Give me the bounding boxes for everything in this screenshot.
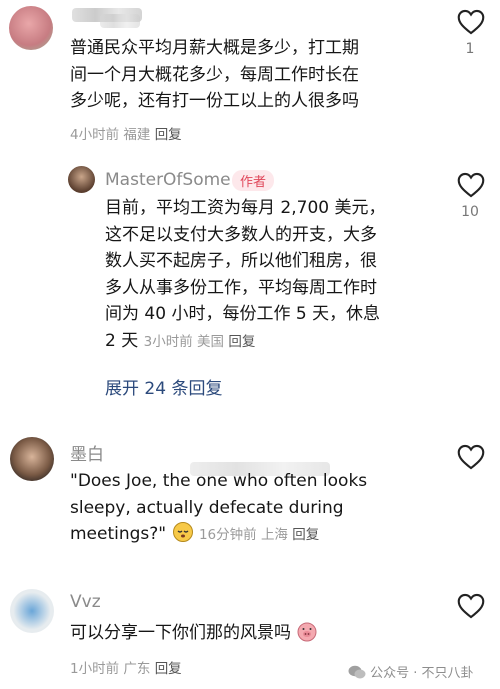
comment-meta: 4小时前 福建 回复: [70, 127, 182, 143]
heart-outline-icon[interactable]: [457, 9, 485, 35]
reply-button[interactable]: 回复: [155, 127, 182, 143]
avatar[interactable]: [10, 437, 54, 481]
wechat-icon: [348, 665, 366, 684]
comment-meta: 16分钟前 上海 回复: [198, 527, 320, 543]
reply-button[interactable]: 回复: [228, 334, 255, 350]
comment-text: 可以分享一下你们那的风景吗: [70, 620, 318, 651]
commenter-name[interactable]: 墨白: [70, 440, 104, 465]
heart-outline-icon[interactable]: [457, 444, 485, 470]
heart-outline-icon[interactable]: [457, 172, 485, 198]
blurred-username: [100, 14, 140, 28]
avatar[interactable]: [10, 589, 54, 633]
like-count: 1: [465, 41, 475, 57]
comment-meta: 1小时前 广东 回复: [70, 661, 182, 677]
watermark: 公众号 · 不只八卦: [348, 662, 474, 684]
avatar[interactable]: [9, 6, 53, 50]
reply-button[interactable]: 回复: [292, 527, 319, 543]
commenter-name[interactable]: Vvz: [70, 592, 101, 612]
avatar[interactable]: [68, 166, 95, 193]
sleepy-emoji-icon: [172, 521, 194, 552]
commenter-name[interactable]: MasterOfSome: [105, 170, 231, 190]
pig-emoji-icon: [296, 620, 318, 651]
comment-meta: 3小时前 美国 回复: [143, 333, 256, 350]
heart-outline-icon[interactable]: [457, 593, 485, 619]
reply-button[interactable]: 回复: [155, 661, 182, 677]
like-count: 10: [461, 204, 479, 220]
comment-text: 目前，平均工资为每月 2,700 美元， 这不足以支付大多数人的开支，大多 数人…: [105, 198, 386, 351]
comment-text: 普通民众平均月薪大概是多少，打工期 间一个月大概花多少，每周工作时长在 多少呢，…: [70, 38, 359, 111]
expand-replies-button[interactable]: 展开 24 条回复: [105, 374, 222, 399]
author-badge: 作者: [232, 170, 275, 191]
comment-text: "Does Joe, the one who often looks sleep…: [70, 468, 367, 552]
